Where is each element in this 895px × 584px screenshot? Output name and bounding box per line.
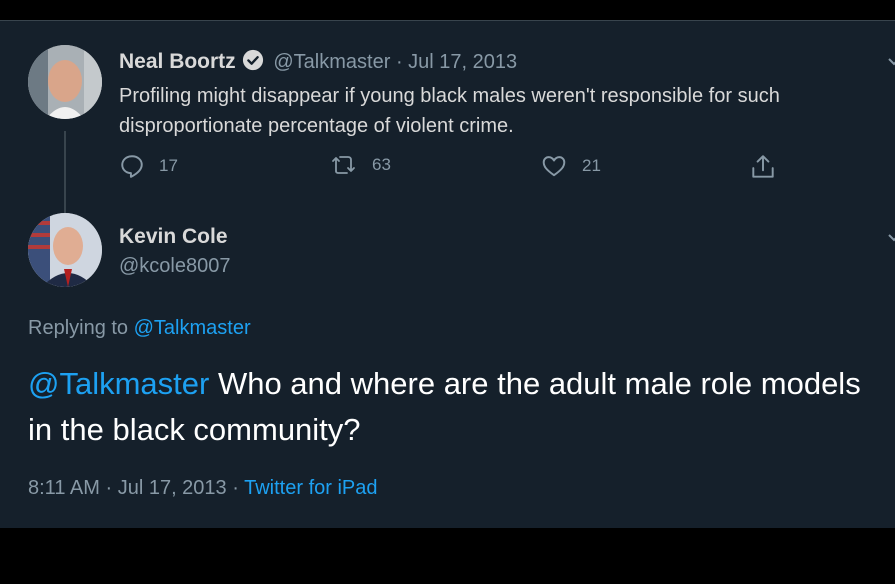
tweet-meta: 8:11 AM · Jul 17, 2013 · Twitter for iPa…	[28, 477, 378, 500]
author-name[interactable]: Neal Boortz	[119, 50, 236, 73]
chevron-down-icon[interactable]	[887, 231, 895, 245]
dot-separator: ·	[105, 477, 113, 499]
avatar-kevin-cole[interactable]	[28, 213, 102, 287]
reply-count: 17	[159, 156, 178, 175]
tweet-thread: Neal Boortz @Talkmaster · Jul 17, 2013 P…	[0, 20, 895, 528]
retweet-icon	[332, 156, 355, 174]
tweet-date-2[interactable]: Jul 17, 2013	[118, 477, 227, 499]
chevron-down-icon[interactable]	[887, 55, 895, 69]
dot-separator: ·	[232, 477, 239, 499]
reply-icon	[121, 155, 143, 178]
heart-icon	[542, 156, 566, 177]
replying-to: Replying to @Talkmaster	[28, 317, 251, 340]
retweet-count: 63	[372, 155, 391, 174]
share-icon	[752, 155, 774, 178]
author-line: Neal Boortz @Talkmaster · Jul 17, 2013	[119, 49, 517, 74]
tweet-time[interactable]: 8:11 AM	[28, 477, 100, 499]
replying-to-handle-link[interactable]: @Talkmaster	[134, 317, 251, 339]
mention-link[interactable]: @Talkmaster	[28, 366, 209, 401]
like-count: 21	[582, 156, 601, 175]
author-name-2[interactable]: Kevin Cole	[119, 225, 228, 249]
replying-to-prefix: Replying to	[28, 317, 129, 339]
retweet-action[interactable]: 63	[330, 153, 391, 177]
tweet-date[interactable]: Jul 17, 2013	[408, 51, 517, 73]
tweet-source-link[interactable]: Twitter for iPad	[244, 477, 377, 499]
author-handle[interactable]: @Talkmaster	[273, 51, 390, 73]
avatar-neal-boortz[interactable]	[28, 45, 102, 119]
tweet-text: Profiling might disappear if young black…	[119, 85, 780, 137]
verified-badge-icon	[242, 49, 263, 71]
dot-separator: ·	[395, 51, 403, 73]
reply-action[interactable]: 17	[119, 153, 178, 179]
author-handle-2[interactable]: @kcole8007	[119, 255, 230, 278]
tweet-body: @Talkmaster Who and where are the adult …	[28, 361, 888, 453]
share-action[interactable]	[750, 153, 790, 181]
like-action[interactable]: 21	[540, 153, 601, 179]
